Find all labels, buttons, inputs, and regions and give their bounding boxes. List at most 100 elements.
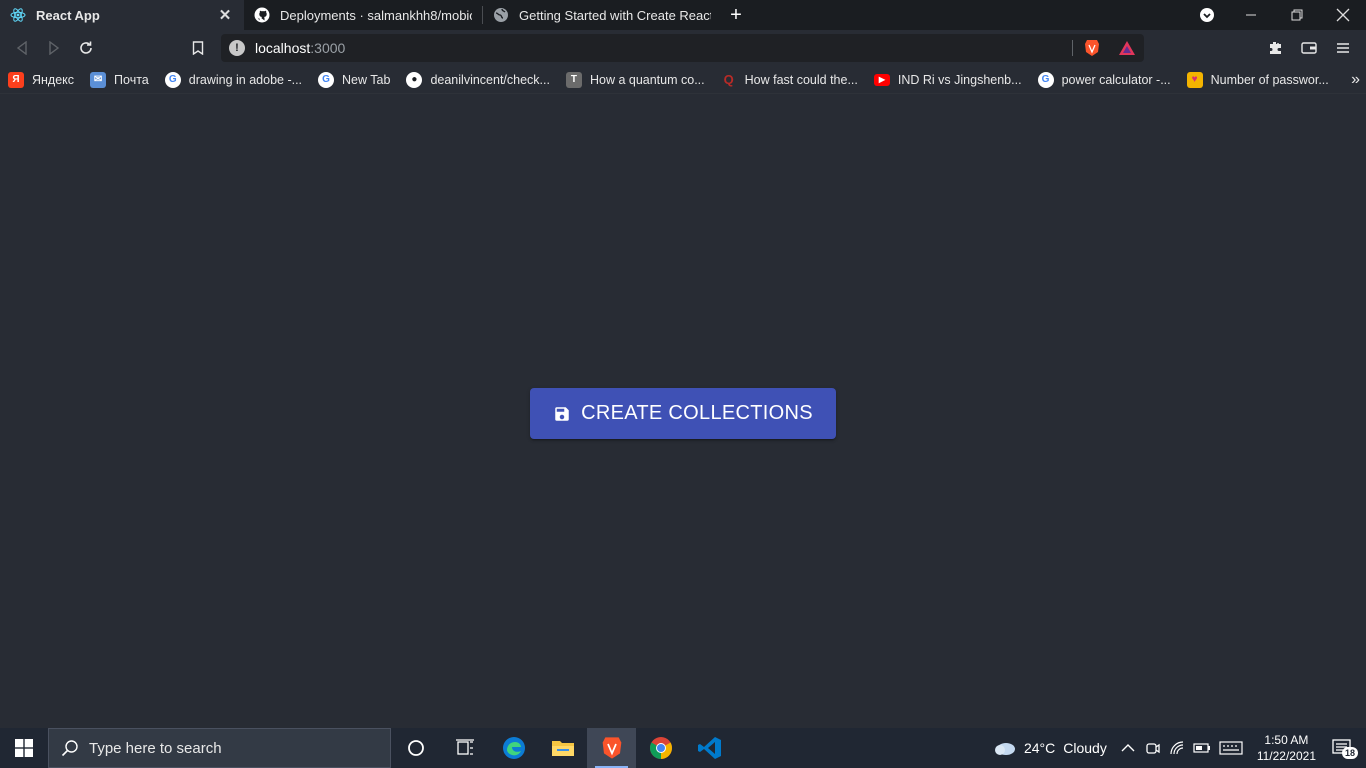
tab-title: Getting Started with Create React App xyxy=(519,7,711,23)
google-icon: G xyxy=(1037,71,1054,88)
bookmark-quora[interactable]: Q How fast could the... xyxy=(721,72,858,88)
omni-icon: ♥ xyxy=(1186,71,1203,88)
taskbar-chrome[interactable] xyxy=(636,728,685,768)
url-port: :3000 xyxy=(310,40,346,56)
clock-time: 1:50 AM xyxy=(1264,733,1309,747)
bookmark-github[interactable]: ● deanilvincent/check... xyxy=(406,71,550,88)
bookmark-drawing[interactable]: G drawing in adobe -... xyxy=(164,71,303,88)
bookmark-label: Number of passwor... xyxy=(1210,72,1329,87)
globe-icon xyxy=(493,7,509,23)
bookmark-label: deanilvincent/check... xyxy=(430,72,550,87)
battery-icon[interactable] xyxy=(1193,742,1211,754)
bookmark-youtube[interactable]: ▶ IND Ri vs Jingshenb... xyxy=(873,72,1022,87)
tab-search-icon[interactable] xyxy=(1184,0,1230,30)
brave-shields-icon[interactable] xyxy=(1084,39,1100,60)
taskbar-file-explorer[interactable] xyxy=(538,728,587,768)
vscode-icon xyxy=(697,737,721,759)
close-window-button[interactable] xyxy=(1320,0,1366,30)
bookmark-quantum[interactable]: T How a quantum co... xyxy=(565,71,705,88)
omnibox-divider xyxy=(1072,40,1073,56)
weather-condition[interactable]: Cloudy xyxy=(1063,740,1107,756)
clock[interactable]: 1:50 AM 11/22/2021 xyxy=(1257,732,1316,764)
new-tab-button[interactable]: + xyxy=(721,0,751,30)
task-view-button[interactable] xyxy=(440,728,489,768)
youtube-icon: ▶ xyxy=(873,73,890,86)
bookmark-label: drawing in adobe -... xyxy=(188,72,303,87)
more-bookmarks-button[interactable]: » xyxy=(1351,71,1360,89)
bookmark-power-calculator[interactable]: G power calculator -... xyxy=(1037,71,1171,88)
bookmark-passwords[interactable]: ♥ Number of passwor... xyxy=(1186,71,1329,88)
search-icon xyxy=(61,739,79,757)
bookmark-icon[interactable] xyxy=(182,32,214,64)
taskbar-vscode[interactable] xyxy=(685,728,734,768)
brave-icon xyxy=(602,737,621,759)
forward-button[interactable] xyxy=(38,32,70,64)
wifi-icon[interactable] xyxy=(1169,740,1185,756)
bookmarks-bar: Я Яндекс ✉ Почта G drawing in adobe -...… xyxy=(0,66,1366,94)
bookmark-label: New Tab xyxy=(342,72,391,87)
bookmark-label: How a quantum co... xyxy=(589,72,705,87)
url-host: localhost xyxy=(255,40,311,56)
github-icon: ● xyxy=(406,71,423,88)
windows-taskbar: Type here to search 24°C Cloudy 1:50 AM … xyxy=(0,728,1366,768)
wallet-icon[interactable] xyxy=(1293,32,1325,64)
button-label: CREATE COLLECTIONS xyxy=(581,402,813,424)
restore-button[interactable] xyxy=(1274,0,1320,30)
reload-button[interactable] xyxy=(70,32,102,64)
tab-title: Deployments · salmankhh8/mobiolitte xyxy=(280,7,472,23)
save-icon xyxy=(553,405,571,423)
clock-date: 11/22/2021 xyxy=(1256,749,1316,763)
weather-cloud-icon xyxy=(992,740,1016,756)
quora-icon: Q xyxy=(723,72,734,87)
bookmark-label: IND Ri vs Jingshenb... xyxy=(897,72,1022,87)
chevron-up-icon[interactable] xyxy=(1121,743,1135,753)
brave-rewards-icon[interactable] xyxy=(1118,40,1136,59)
tab-getting-started[interactable]: Getting Started with Create React App xyxy=(483,0,721,30)
page-content: CREATE COLLECTIONS xyxy=(0,95,1366,728)
taskbar-brave[interactable] xyxy=(587,728,636,768)
task-view-icon xyxy=(455,739,474,755)
bookmark-label: power calculator -... xyxy=(1061,72,1171,87)
minimize-button[interactable] xyxy=(1228,0,1274,30)
tab-deployments[interactable]: Deployments · salmankhh8/mobiolitte xyxy=(244,0,482,30)
mail-icon: ✉ xyxy=(90,71,107,88)
windows-logo-icon xyxy=(15,739,33,757)
bookmark-label: How fast could the... xyxy=(744,72,858,87)
tab-strip: React App ✕ Deployments · salmankhh8/mob… xyxy=(0,0,1366,30)
bookmark-yandex[interactable]: Я Яндекс xyxy=(8,71,75,88)
taskbar-edge[interactable] xyxy=(489,728,538,768)
cortana-icon xyxy=(407,740,424,756)
folder-icon xyxy=(551,741,574,756)
google-icon: G xyxy=(318,71,335,88)
github-icon xyxy=(254,7,270,23)
bookmark-mail[interactable]: ✉ Почта xyxy=(90,71,149,88)
yandex-icon: Я xyxy=(8,71,24,88)
close-tab-icon[interactable]: ✕ xyxy=(216,6,234,24)
tab-react-app[interactable]: React App ✕ xyxy=(0,0,244,30)
notifications-icon[interactable]: 18 xyxy=(1332,739,1359,759)
chrome-icon xyxy=(649,737,672,759)
site-info-icon[interactable]: ! xyxy=(229,40,245,56)
start-button[interactable] xyxy=(0,728,48,768)
cortana-button[interactable] xyxy=(391,728,440,768)
notification-count: 18 xyxy=(1342,747,1359,759)
menu-icon[interactable] xyxy=(1327,32,1359,64)
bookmark-label: Яндекс xyxy=(32,72,75,87)
meet-now-icon[interactable] xyxy=(1145,740,1161,756)
edge-icon xyxy=(502,737,525,759)
taskbar-search-box[interactable]: Type here to search xyxy=(48,728,391,768)
google-icon: G xyxy=(164,71,181,88)
react-icon xyxy=(10,7,26,23)
extensions-icon[interactable] xyxy=(1259,32,1291,64)
address-bar[interactable]: ! localhost:3000 xyxy=(221,34,1144,62)
bookmark-new-tab[interactable]: G New Tab xyxy=(318,71,391,88)
system-tray: 24°C Cloudy 1:50 AM 11/22/2021 18 xyxy=(992,728,1366,768)
search-placeholder: Type here to search xyxy=(89,739,222,757)
create-collections-button[interactable]: CREATE COLLECTIONS xyxy=(530,388,836,439)
back-button[interactable] xyxy=(6,32,38,64)
weather-temp[interactable]: 24°C xyxy=(1024,740,1055,756)
t-icon: T xyxy=(565,71,582,88)
tab-title: React App xyxy=(36,7,100,23)
bookmark-label: Почта xyxy=(114,72,149,87)
keyboard-icon[interactable] xyxy=(1219,741,1243,755)
